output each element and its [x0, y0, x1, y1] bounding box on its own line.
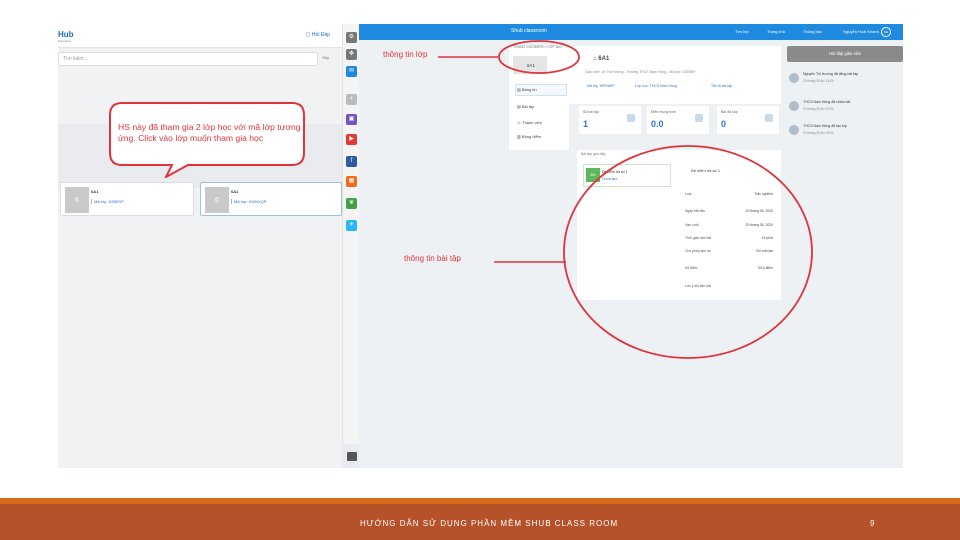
- footer-title: HƯỚNG DẪN SỬ DỤNG PHẦN MỀM SHUB CLASS RO…: [360, 519, 619, 528]
- highlight-ellipse: [498, 40, 580, 74]
- annotation-overlay: [438, 40, 813, 359]
- page-number: 9: [870, 519, 875, 528]
- highlight-ellipse: [563, 145, 813, 359]
